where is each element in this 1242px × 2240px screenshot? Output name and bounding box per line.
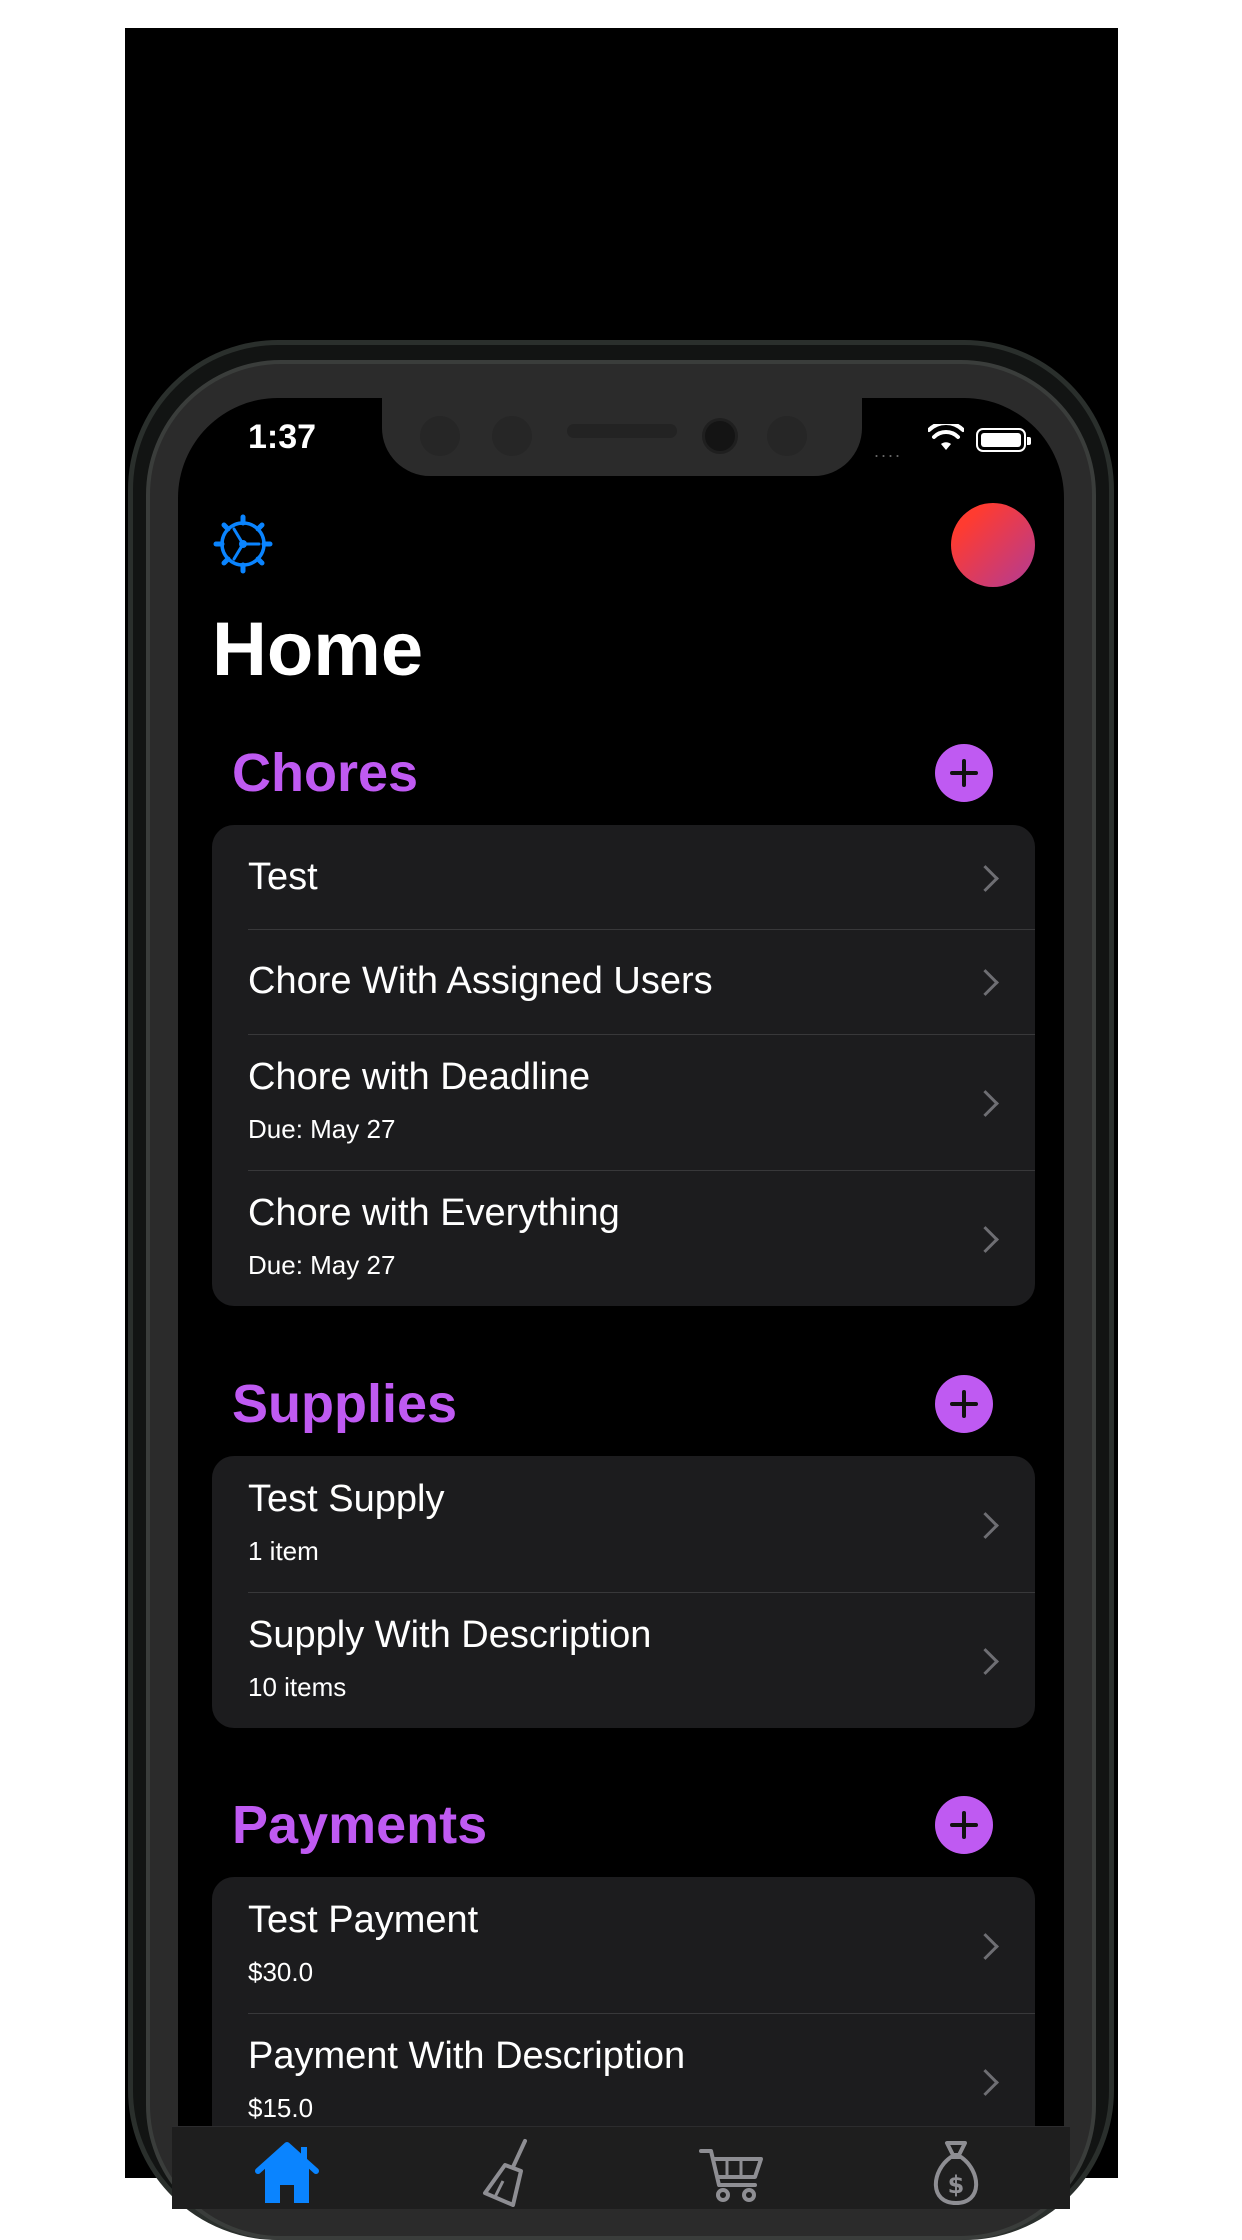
section-title-payments: Payments [232,1795,488,1855]
list-item[interactable]: Test Supply 1 item [212,1456,1035,1592]
item-subtitle: 1 item [248,1536,319,1566]
page-title: Home [212,607,424,692]
list-item[interactable]: Chore With Assigned Users [212,929,1035,1034]
chores-list: Test Chore With Assigned Users Chore wit… [212,825,1035,1306]
item-title: Chore with Deadline [248,1056,591,1098]
house-icon[interactable] [252,2137,322,2207]
item-subtitle: $30.0 [248,1957,314,1987]
list-item[interactable]: Test Payment $30.0 [212,1877,1035,2013]
broom-icon[interactable] [475,2137,545,2207]
status-time: 1:37 [248,418,317,456]
chevron-right-icon [972,2069,999,2096]
list-item[interactable]: Chore with Deadline Due: May 27 [212,1034,1035,1170]
item-subtitle: Due: May 27 [248,1250,396,1280]
battery-icon [976,428,1031,452]
section-title-supplies: Supplies [232,1374,458,1434]
list-item[interactable]: Supply With Description 10 items [212,1592,1035,1728]
item-subtitle: 10 items [248,1672,347,1702]
money-bag-icon[interactable]: $ [921,2137,991,2207]
signal-dots: .... [874,441,903,461]
sensor-dot [420,416,460,456]
chevron-right-icon [972,1090,999,1117]
add-chore-button[interactable] [935,744,993,802]
item-subtitle: $15.0 [248,2093,314,2123]
item-title: Chore with Everything [248,1192,620,1234]
tab-bar: $ [172,2126,1070,2209]
gear-icon[interactable] [213,514,273,574]
item-title: Supply With Description [248,1614,652,1656]
sensor-dot [492,416,532,456]
payments-list: Test Payment $30.0 Payment With Descript… [212,1877,1035,2149]
add-supply-button[interactable] [935,1375,993,1433]
chevron-right-icon [972,1648,999,1675]
list-item[interactable]: Chore with Everything Due: May 27 [212,1170,1035,1306]
supplies-list: Test Supply 1 item Supply With Descripti… [212,1456,1035,1728]
front-camera [702,418,738,454]
item-subtitle: Due: May 27 [248,1114,396,1144]
svg-text:$: $ [948,2171,965,2199]
chevron-right-icon [972,969,999,996]
chevron-right-icon [972,1933,999,1960]
speaker-grille [567,424,677,438]
avatar[interactable] [951,503,1035,587]
wifi-icon [928,424,964,450]
list-item[interactable]: Test [212,825,1035,929]
chevron-right-icon [972,1512,999,1539]
cart-icon[interactable] [697,2137,767,2207]
chevron-right-icon [972,865,999,892]
sensor-dot [767,416,807,456]
item-title: Chore With Assigned Users [248,960,713,1002]
item-title: Test Supply [248,1478,445,1520]
chevron-right-icon [972,1226,999,1253]
add-payment-button[interactable] [935,1796,993,1854]
device-notch [382,398,862,476]
item-title: Payment With Description [248,2035,686,2077]
item-title: Test [248,856,318,898]
section-title-chores: Chores [232,743,419,803]
item-title: Test Payment [248,1899,479,1941]
